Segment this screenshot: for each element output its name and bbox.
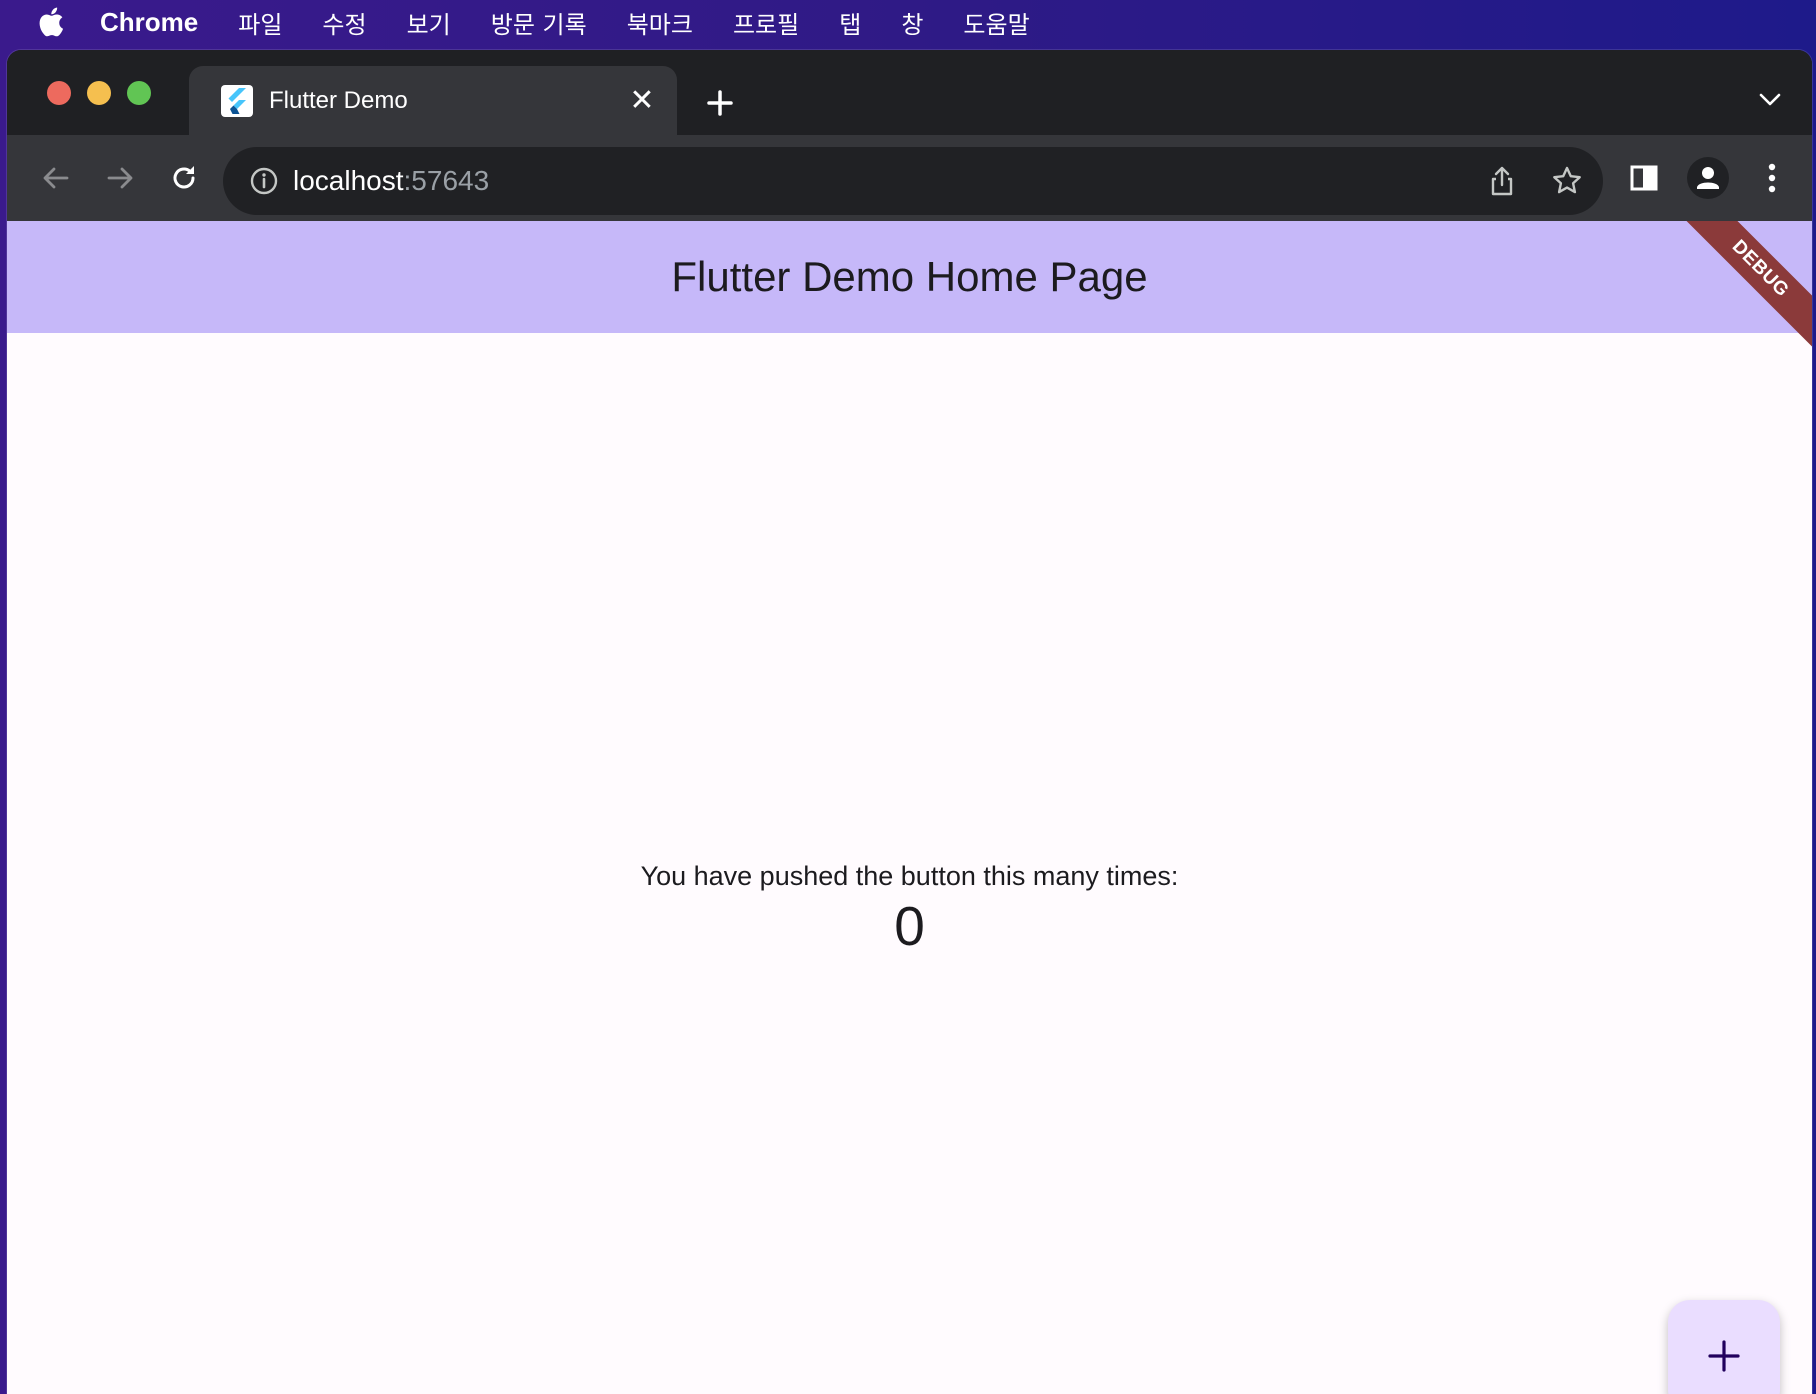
share-icon[interactable]: [1487, 165, 1517, 197]
page-title: Flutter Demo Home Page: [671, 253, 1148, 300]
app-bar: Flutter Demo Home Page: [7, 221, 1812, 333]
menu-file[interactable]: 파일: [238, 5, 282, 40]
url-host: localhost: [293, 165, 404, 196]
counter-label: You have pushed the button this many tim…: [640, 861, 1179, 891]
star-icon[interactable]: [1551, 165, 1583, 197]
menu-bookmarks[interactable]: 북마크: [627, 5, 693, 40]
menu-help[interactable]: 도움말: [963, 5, 1029, 40]
macos-menu-bar: Chrome 파일 수정 보기 방문 기록 북마크 프로필 탭 창 도움말: [0, 0, 1816, 44]
chrome-menu-button[interactable]: [1747, 153, 1797, 203]
kebab-menu-icon: [1768, 163, 1776, 193]
arrow-left-icon: [43, 167, 69, 189]
web-page-viewport: Flutter Demo Home Page DEBUG You have pu…: [7, 221, 1812, 1394]
url-port: :57643: [403, 165, 490, 196]
tab-search-button[interactable]: [1750, 80, 1790, 120]
flutter-favicon-icon: [221, 84, 253, 117]
chevron-down-icon: [1759, 93, 1781, 106]
browser-toolbar: localhost:57643: [7, 135, 1812, 221]
menu-window[interactable]: 창: [901, 5, 923, 40]
profile-button[interactable]: [1683, 153, 1733, 203]
profile-icon: [1687, 157, 1729, 199]
browser-window: Flutter Demo ✕ localhost:57643 Flutter …: [7, 50, 1812, 1394]
plus-icon: [707, 90, 733, 116]
window-minimize-button[interactable]: [87, 81, 111, 105]
arrow-right-icon: [107, 167, 133, 189]
menu-profiles[interactable]: 프로필: [733, 5, 799, 40]
menu-tab[interactable]: 탭: [839, 5, 861, 40]
tab-strip: Flutter Demo ✕: [7, 50, 1812, 135]
window-close-button[interactable]: [47, 81, 71, 105]
tab-flutter-demo[interactable]: Flutter Demo ✕: [189, 66, 677, 135]
side-panel-icon: [1630, 165, 1658, 191]
increment-fab-button[interactable]: [1668, 1300, 1780, 1394]
apple-icon[interactable]: [36, 5, 70, 39]
app-menu-chrome[interactable]: Chrome: [100, 7, 198, 38]
address-bar[interactable]: localhost:57643: [223, 147, 1603, 215]
tab-close-icon[interactable]: ✕: [627, 83, 657, 118]
forward-button[interactable]: [95, 153, 145, 203]
tab-title: Flutter Demo: [269, 86, 408, 114]
new-tab-button[interactable]: [695, 78, 745, 128]
window-zoom-button[interactable]: [127, 81, 151, 105]
reload-button[interactable]: [159, 153, 209, 203]
plus-icon: [1708, 1340, 1740, 1372]
side-panel-button[interactable]: [1619, 153, 1669, 203]
info-icon[interactable]: [249, 166, 279, 196]
menu-view[interactable]: 보기: [407, 5, 451, 40]
menu-edit[interactable]: 수정: [322, 5, 366, 40]
menu-history[interactable]: 방문 기록: [491, 5, 587, 40]
back-button[interactable]: [31, 153, 81, 203]
reload-icon: [173, 166, 195, 189]
counter-value: 0: [894, 895, 925, 957]
